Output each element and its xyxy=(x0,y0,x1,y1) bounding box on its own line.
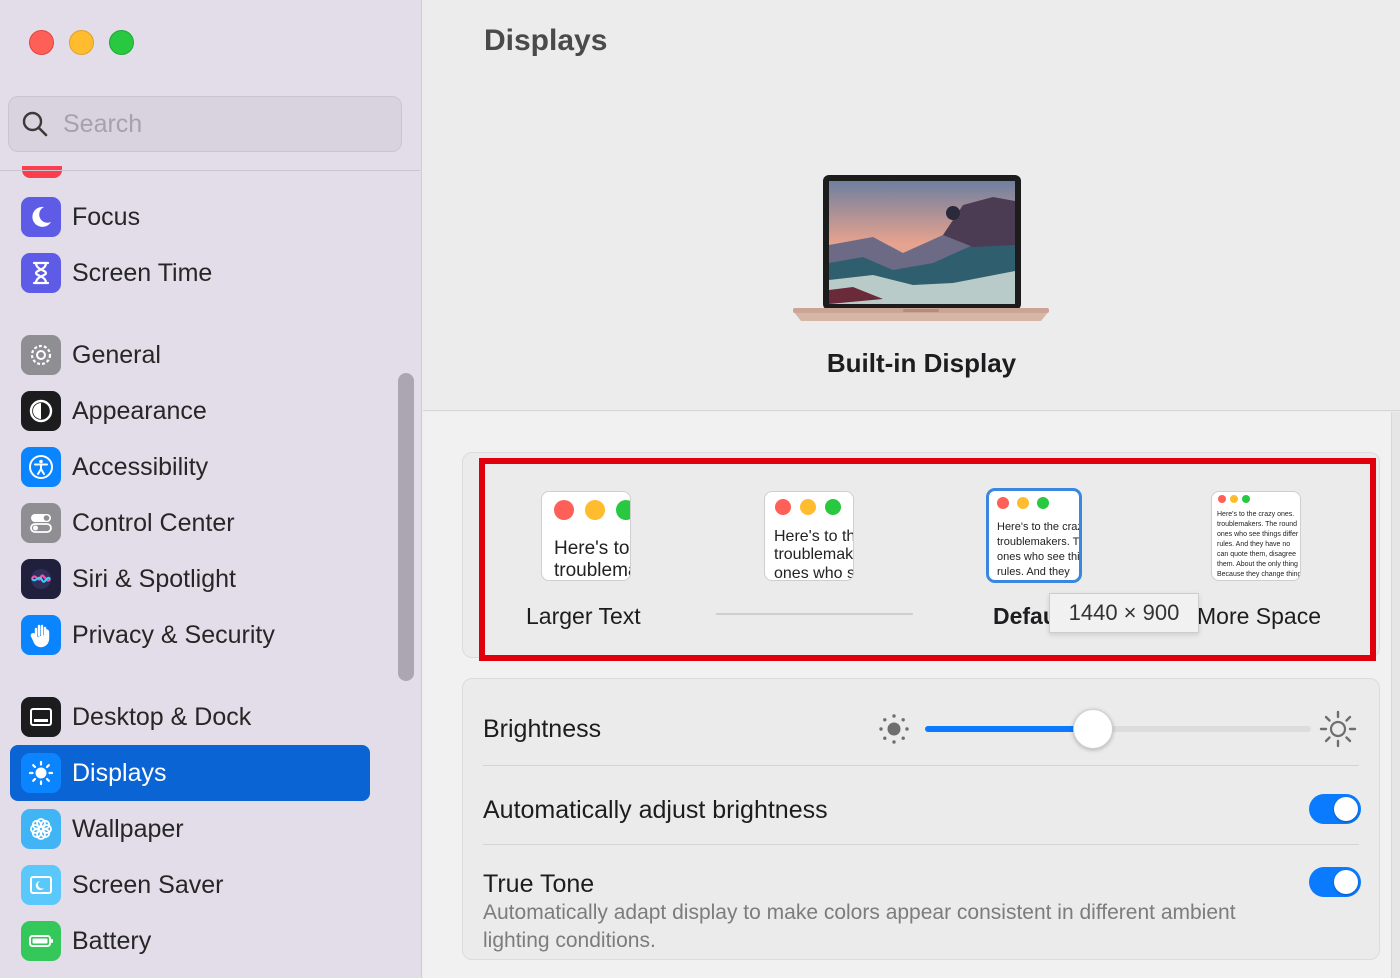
sidebar-item-general[interactable]: General xyxy=(10,327,370,383)
sidebar-item-label: Battery xyxy=(72,926,152,955)
toggle-thumb xyxy=(1334,797,1358,821)
sidebar-item-label: Screen Time xyxy=(72,258,213,287)
true-tone-toggle[interactable] xyxy=(1309,867,1361,897)
sidebar-item-control-center[interactable]: Control Center xyxy=(10,495,370,551)
slider-knob[interactable] xyxy=(1073,709,1114,749)
sidebar-item-label: Appearance xyxy=(72,396,207,425)
toggle-thumb xyxy=(1334,870,1358,894)
minimize-button[interactable] xyxy=(69,30,94,55)
sidebar-item-label: Focus xyxy=(72,202,141,231)
true-tone-description: Automatically adapt display to make colo… xyxy=(483,901,1236,952)
sidebar-item-label: Screen Saver xyxy=(72,870,224,899)
sidebar-item-label: Wallpaper xyxy=(72,814,184,843)
row-divider xyxy=(483,844,1359,845)
laptop-image[interactable] xyxy=(793,175,1049,331)
screensaver-icon xyxy=(21,865,61,905)
sidebar-item-desktop-dock[interactable]: Desktop & Dock xyxy=(10,689,370,745)
sidebar-item-label: Displays xyxy=(72,758,167,787)
sidebar-item-screen-time[interactable]: Screen Time xyxy=(10,245,370,301)
moon-icon xyxy=(21,197,61,237)
auto-brightness-label: Automatically adjust brightness xyxy=(483,796,828,824)
close-button[interactable] xyxy=(29,30,54,55)
hand-icon xyxy=(21,615,61,655)
brightness-slider[interactable] xyxy=(925,709,1311,749)
page-title: Displays xyxy=(484,24,608,57)
notifications-icon xyxy=(22,166,62,178)
sidebar-item-appearance[interactable]: Appearance xyxy=(10,383,370,439)
sidebar-item-label: Desktop & Dock xyxy=(72,702,252,731)
accessibility-icon xyxy=(21,447,61,487)
siri-icon xyxy=(21,559,61,599)
search-field[interactable] xyxy=(8,96,402,152)
search-icon xyxy=(22,111,48,137)
sidebar-item-siri-spotlight[interactable]: Siri & Spotlight xyxy=(10,551,370,607)
main-scrollbar[interactable] xyxy=(1391,412,1400,978)
brightness-low-icon xyxy=(879,714,909,744)
sidebar-item-label: General xyxy=(72,340,161,369)
display-name: Built-in Display xyxy=(826,348,1017,378)
settings-card: Brightness Automatically adjust brightne… xyxy=(462,678,1380,960)
annotation-highlight-box xyxy=(479,458,1376,661)
sidebar-divider xyxy=(0,170,420,171)
sidebar-item-label: Control Center xyxy=(72,508,235,537)
sidebar-item-label: Privacy & Security xyxy=(72,620,275,649)
search-input[interactable] xyxy=(63,109,363,139)
zoom-button[interactable] xyxy=(109,30,134,55)
flower-icon xyxy=(21,809,61,849)
true-tone-label: True Tone xyxy=(483,870,595,898)
slider-fill xyxy=(925,726,1080,732)
sidebar-item-accessibility[interactable]: Accessibility xyxy=(10,439,370,495)
sidebar-item-label: Siri & Spotlight xyxy=(72,564,236,593)
sidebar-item-focus[interactable]: Focus xyxy=(10,189,370,245)
display-settings: Here's to the crazy ones troublemakers L… xyxy=(423,412,1400,978)
brightness-label: Brightness xyxy=(483,715,602,743)
window-controls xyxy=(29,30,134,55)
main-pane: Displays Built-in Display Here's to trou… xyxy=(423,0,1400,978)
sidebar: Focus Screen Time General Appearance Acc… xyxy=(0,0,422,978)
appearance-icon xyxy=(21,391,61,431)
dock-icon xyxy=(21,697,61,737)
gear-icon xyxy=(21,335,61,375)
sidebar-scrollbar[interactable] xyxy=(398,373,414,681)
brightness-high-icon xyxy=(1319,710,1357,748)
sidebar-item-battery[interactable]: Battery xyxy=(10,913,370,969)
toggles-icon xyxy=(21,503,61,543)
sidebar-item-displays[interactable]: Displays xyxy=(10,745,370,801)
battery-icon xyxy=(21,921,61,961)
sidebar-item-privacy-security[interactable]: Privacy & Security xyxy=(10,607,370,663)
sidebar-item-wallpaper[interactable]: Wallpaper xyxy=(10,801,370,857)
sidebar-item-label: Accessibility xyxy=(72,452,209,481)
display-header: Displays Built-in Display xyxy=(423,0,1400,411)
hourglass-icon xyxy=(21,253,61,293)
auto-brightness-toggle[interactable] xyxy=(1309,794,1361,824)
sidebar-item-screen-saver[interactable]: Screen Saver xyxy=(10,857,370,913)
sun-icon xyxy=(21,753,61,793)
row-divider xyxy=(483,765,1359,766)
